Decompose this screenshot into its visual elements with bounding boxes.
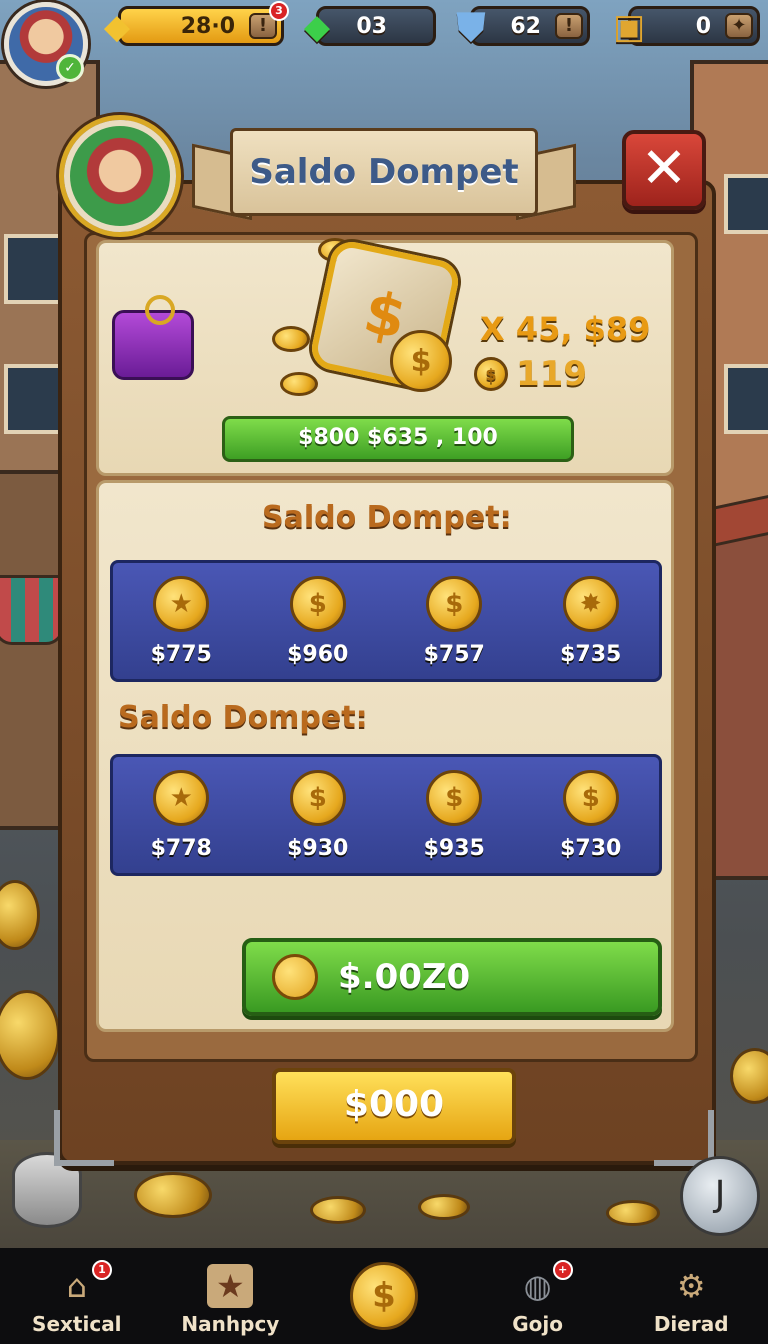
wallet-row: ★ $778 $ $930 $ $935 $ $730 — [110, 754, 662, 876]
coin-icon — [280, 372, 318, 396]
dollar-coin-icon: $ — [426, 769, 483, 826]
background-coin — [606, 1200, 660, 1226]
confirm-green-label: $.00Z0 — [338, 957, 471, 997]
background-awning — [0, 575, 64, 645]
confirm-yellow-button[interactable]: $000 — [272, 1068, 516, 1144]
background-coin — [310, 1196, 366, 1224]
wallet-item-value: $735 — [560, 641, 622, 667]
gold-pot-icon: ✸ — [562, 575, 619, 632]
wallet-item[interactable]: $ $930 — [258, 769, 378, 861]
nav-item-label: Gojo — [512, 1312, 563, 1336]
nav-item-settings[interactable]: ⚙ Dierad — [614, 1248, 768, 1344]
gem-resource[interactable]: ◆ 03 — [304, 6, 436, 47]
green-gem-icon: ◆ — [303, 7, 331, 47]
wallet-item-value: $775 — [150, 641, 212, 667]
wallet-item-value: $757 — [423, 641, 485, 667]
nav-notification-badge: 1 — [92, 1260, 112, 1280]
dollar-coin-icon: $ — [390, 330, 452, 392]
center-coin-button[interactable]: $ — [350, 1262, 418, 1330]
coin-count: $ 119 — [474, 354, 587, 394]
coin-star-icon: ★ — [153, 769, 210, 826]
gold-orb-icon — [272, 954, 318, 1000]
coin-icon: $ — [474, 357, 508, 391]
gold-value: 28·0 — [180, 13, 235, 39]
gold-crate-icon: ▣ — [612, 7, 646, 47]
gold-resource[interactable]: ◆ 28·0 ! 3 — [104, 1, 289, 47]
gear-icon: ⚙ — [676, 1267, 706, 1305]
silver-orb-icon[interactable]: J — [680, 1156, 760, 1236]
shield-icon: ⛊ — [456, 4, 486, 49]
nav-item-home[interactable]: ⌂ 1 Sextical — [0, 1248, 154, 1344]
wallet-item[interactable]: $ $730 — [531, 769, 651, 861]
wallet-item[interactable]: $ $757 — [394, 575, 514, 667]
background-coin — [418, 1194, 470, 1220]
section-title: Saldo Dompet: — [262, 500, 512, 535]
coin-star-icon: ★ — [153, 575, 210, 632]
coin-stack-icon — [272, 326, 310, 352]
nav-item-label: Sextical — [32, 1312, 122, 1336]
shield-resource[interactable]: ⛊ 62 ! — [457, 5, 590, 49]
title-banner: Saldo Dompet — [190, 128, 578, 224]
wallet-item-value: $960 — [287, 641, 349, 667]
panel-title: Saldo Dompet — [230, 128, 538, 216]
panel-corner-bracket — [54, 1110, 114, 1166]
gem-value: 03 — [356, 13, 387, 39]
close-button[interactable]: ✕ — [622, 130, 706, 210]
nav-notification-badge: + — [552, 1260, 573, 1280]
crate-add-button[interactable]: ✦ — [725, 13, 753, 39]
wallet-item[interactable]: $ $935 — [394, 769, 514, 861]
background-coin — [134, 1172, 212, 1218]
wallet-item[interactable]: ★ $775 — [121, 575, 241, 667]
nav-item-label: Dierad — [653, 1312, 729, 1336]
gold-diamond-icon: ◆ — [103, 7, 131, 47]
dollar-coin-icon: $ — [289, 769, 346, 826]
confirm-green-button[interactable]: $.00Z0 — [242, 938, 662, 1016]
wallet-item[interactable]: ★ $778 — [121, 769, 241, 861]
star-box-icon: ★ — [207, 1264, 254, 1308]
section-title: Saldo Dompet: — [118, 700, 368, 735]
wallet-item-value: $730 — [560, 835, 622, 861]
wallet-item-value: $930 — [287, 835, 349, 861]
wallet-row: ★ $775 $ $960 $ $757 ✸ $735 — [110, 560, 662, 682]
purple-chest-icon[interactable] — [112, 295, 194, 380]
nav-item-gojo[interactable]: ◍ + Gojo — [461, 1248, 615, 1344]
coin-count-value: 119 — [516, 354, 587, 394]
shield-value: 62 — [510, 13, 541, 39]
nav-item-label: Nanhpcy — [181, 1312, 280, 1336]
balance-bar: $800 $635 , 100 — [222, 416, 574, 462]
check-badge-icon: ✓ — [56, 54, 84, 82]
gold-notification-badge: 3 — [269, 1, 289, 21]
nav-item-star[interactable]: ★ Nanhpcy — [154, 1248, 308, 1344]
crate-resource[interactable]: ▣ 0 ✦ — [613, 6, 760, 47]
wallet-item-value: $778 — [150, 835, 212, 861]
dollar-coin-icon: $ — [562, 769, 619, 826]
wallet-item[interactable]: ✸ $735 — [531, 575, 651, 667]
multiplier-text: X 45, $89 — [480, 310, 651, 348]
dollar-coin-icon: $ — [289, 575, 346, 632]
panel-avatar — [64, 120, 176, 232]
crate-value: 0 — [695, 13, 711, 39]
top-hud: ✓ ◆ 28·0 ! 3 ◆ 03 ⛊ 62 ! ▣ 0 ✦ — [0, 0, 768, 86]
dollar-coin-icon: $ — [426, 575, 483, 632]
shield-add-button[interactable]: ! — [555, 13, 583, 39]
wallet-item[interactable]: $ $960 — [258, 575, 378, 667]
wallet-item-value: $935 — [423, 835, 485, 861]
